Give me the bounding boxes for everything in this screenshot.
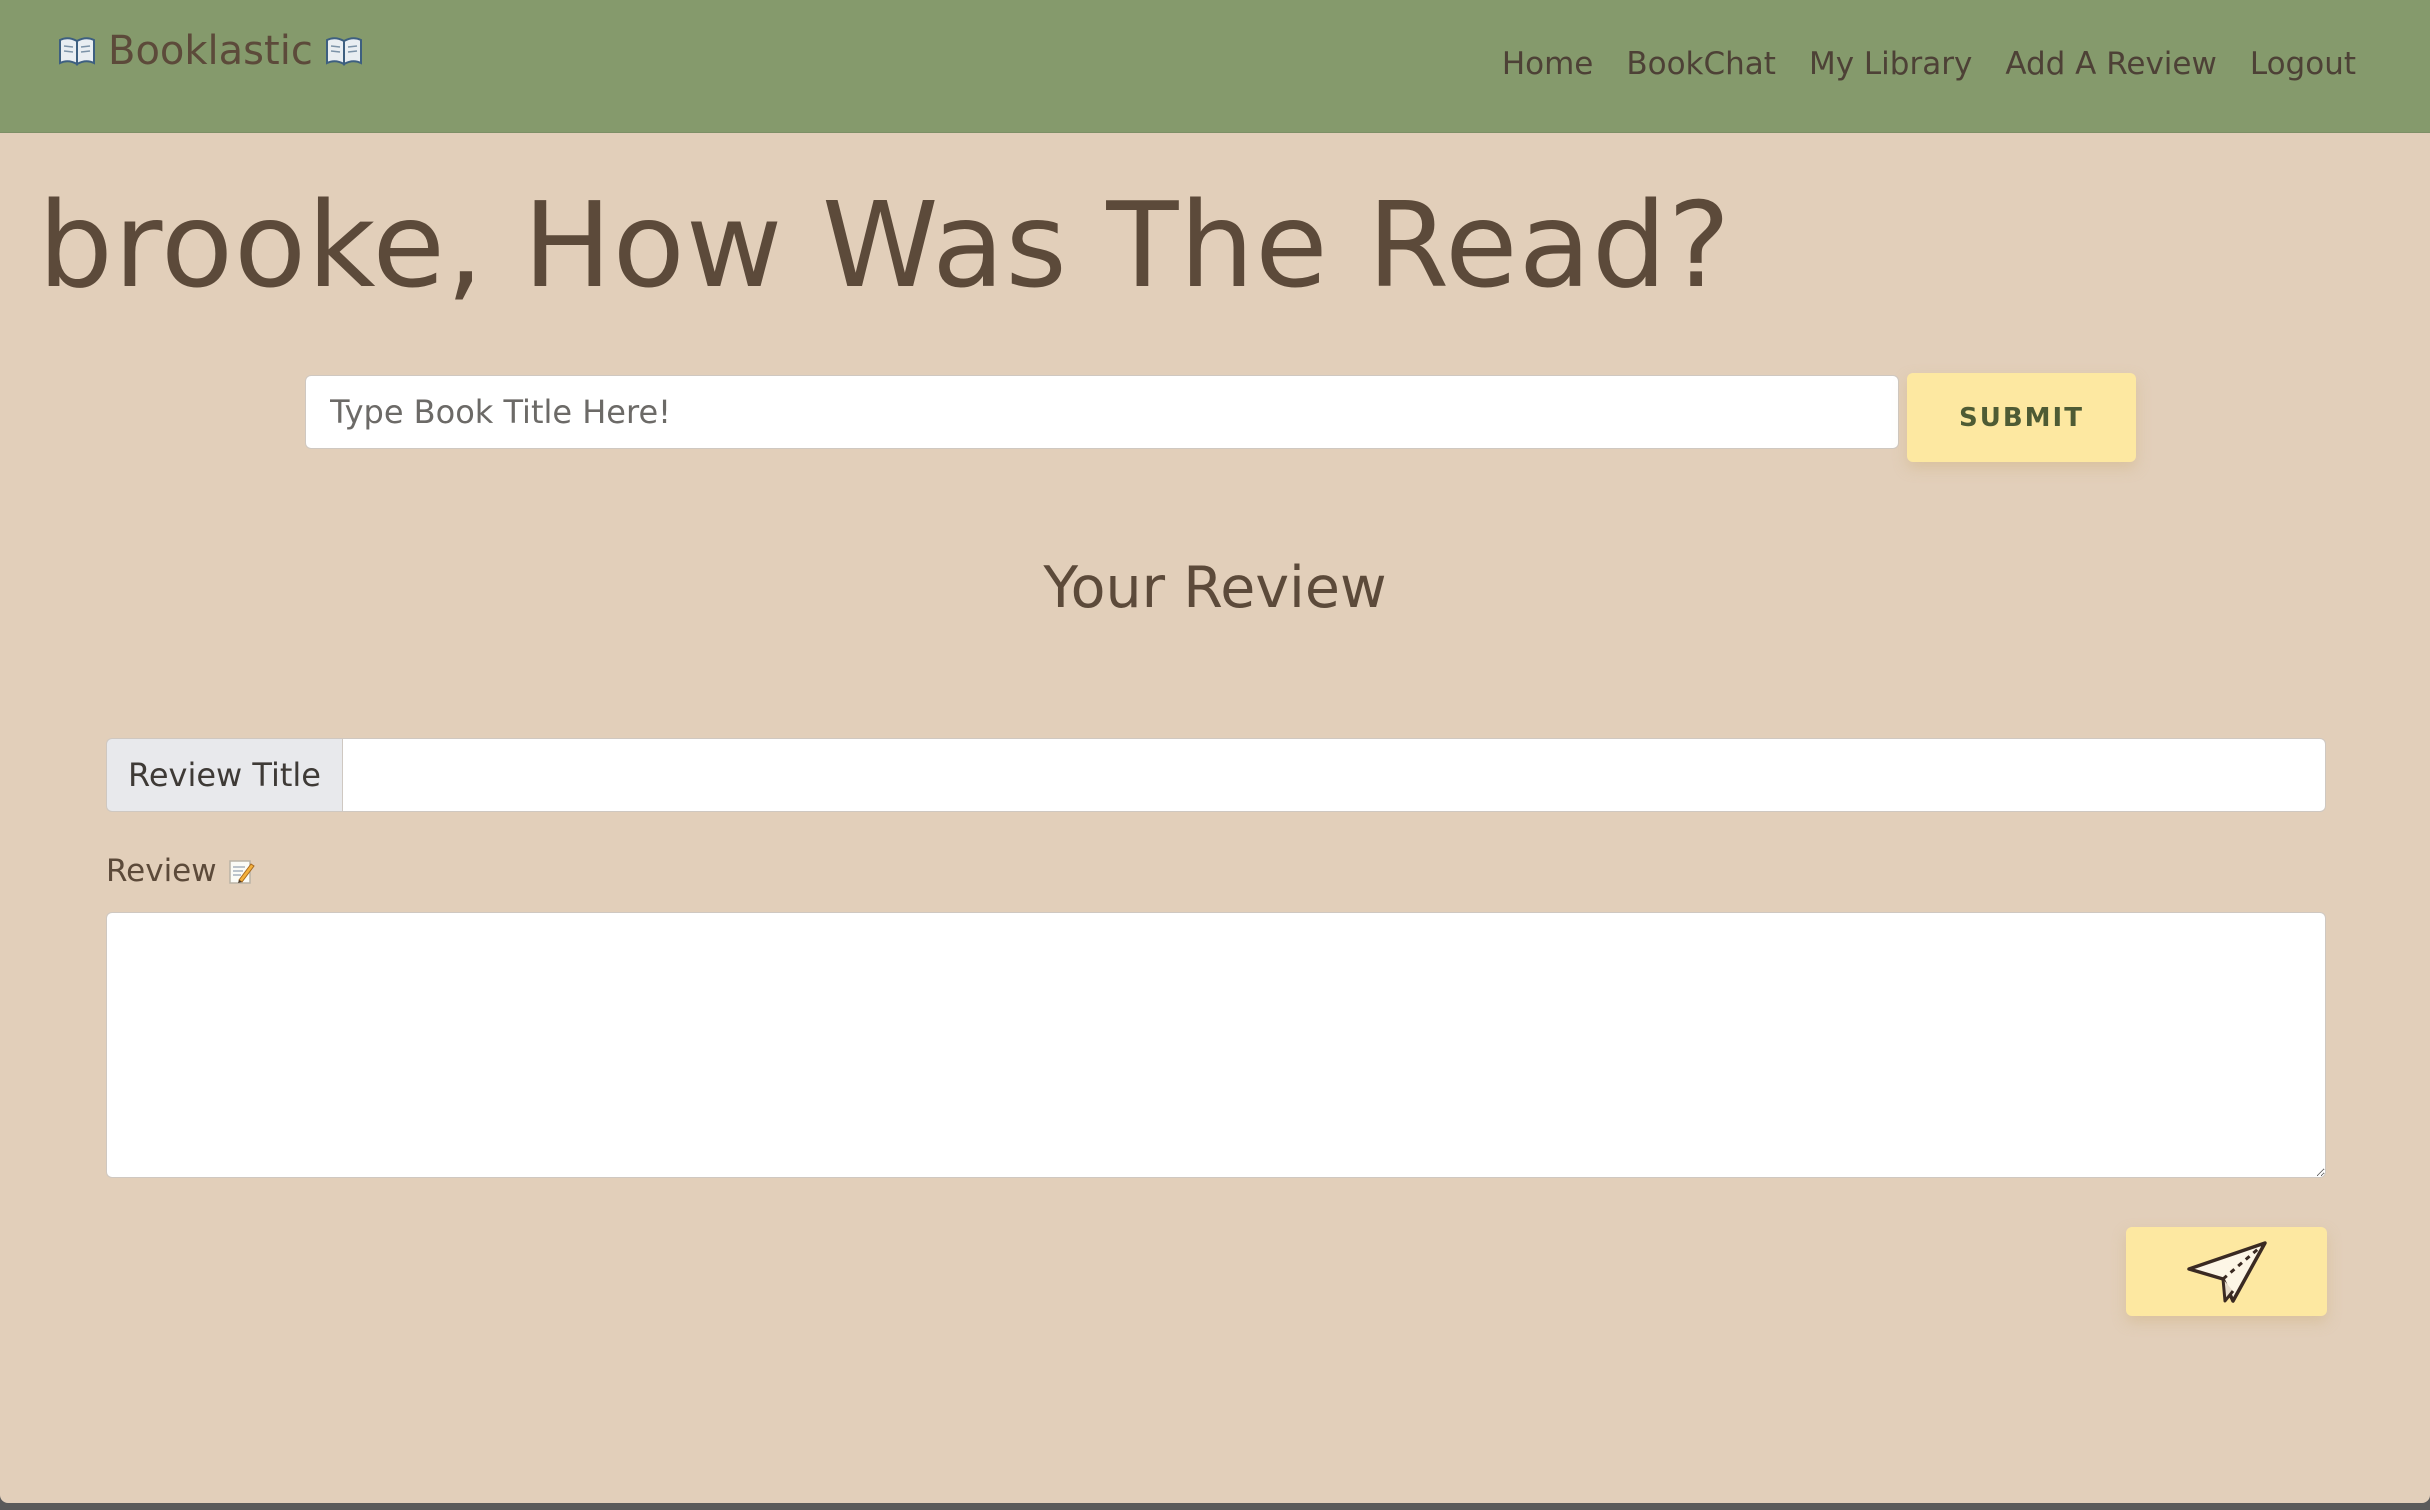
page-heading: brooke, How Was The Read? — [38, 176, 1732, 314]
brand-name: Booklastic — [108, 28, 313, 74]
nav-link-add-review[interactable]: Add A Review — [2005, 46, 2217, 82]
review-title-group: Review Title — [106, 738, 2326, 812]
nav-links: Home BookChat My Library Add A Review Lo… — [1502, 46, 2356, 82]
submit-button[interactable]: SUBMIT — [1907, 373, 2136, 462]
nav-link-home[interactable]: Home — [1502, 46, 1594, 82]
open-book-icon — [325, 36, 363, 66]
nav-link-my-library[interactable]: My Library — [1809, 46, 1972, 82]
review-label-text: Review — [106, 853, 217, 889]
review-title-addon: Review Title — [106, 738, 342, 812]
open-book-icon — [58, 36, 96, 66]
navbar: Booklastic Home BookChat My Library Add … — [0, 0, 2430, 133]
review-section-title: Your Review — [1043, 555, 1387, 621]
book-title-search-input[interactable] — [305, 375, 1899, 449]
review-title-input[interactable] — [342, 738, 2326, 812]
nav-link-logout[interactable]: Logout — [2250, 46, 2356, 82]
review-textarea[interactable] — [106, 912, 2326, 1178]
brand-link[interactable]: Booklastic — [58, 28, 363, 74]
review-label: Review — [106, 853, 255, 889]
page: Booklastic Home BookChat My Library Add … — [0, 0, 2430, 1503]
paper-plane-icon — [2185, 1239, 2269, 1305]
nav-link-bookchat[interactable]: BookChat — [1626, 46, 1776, 82]
send-review-button[interactable] — [2126, 1227, 2327, 1316]
memo-icon — [227, 857, 255, 885]
